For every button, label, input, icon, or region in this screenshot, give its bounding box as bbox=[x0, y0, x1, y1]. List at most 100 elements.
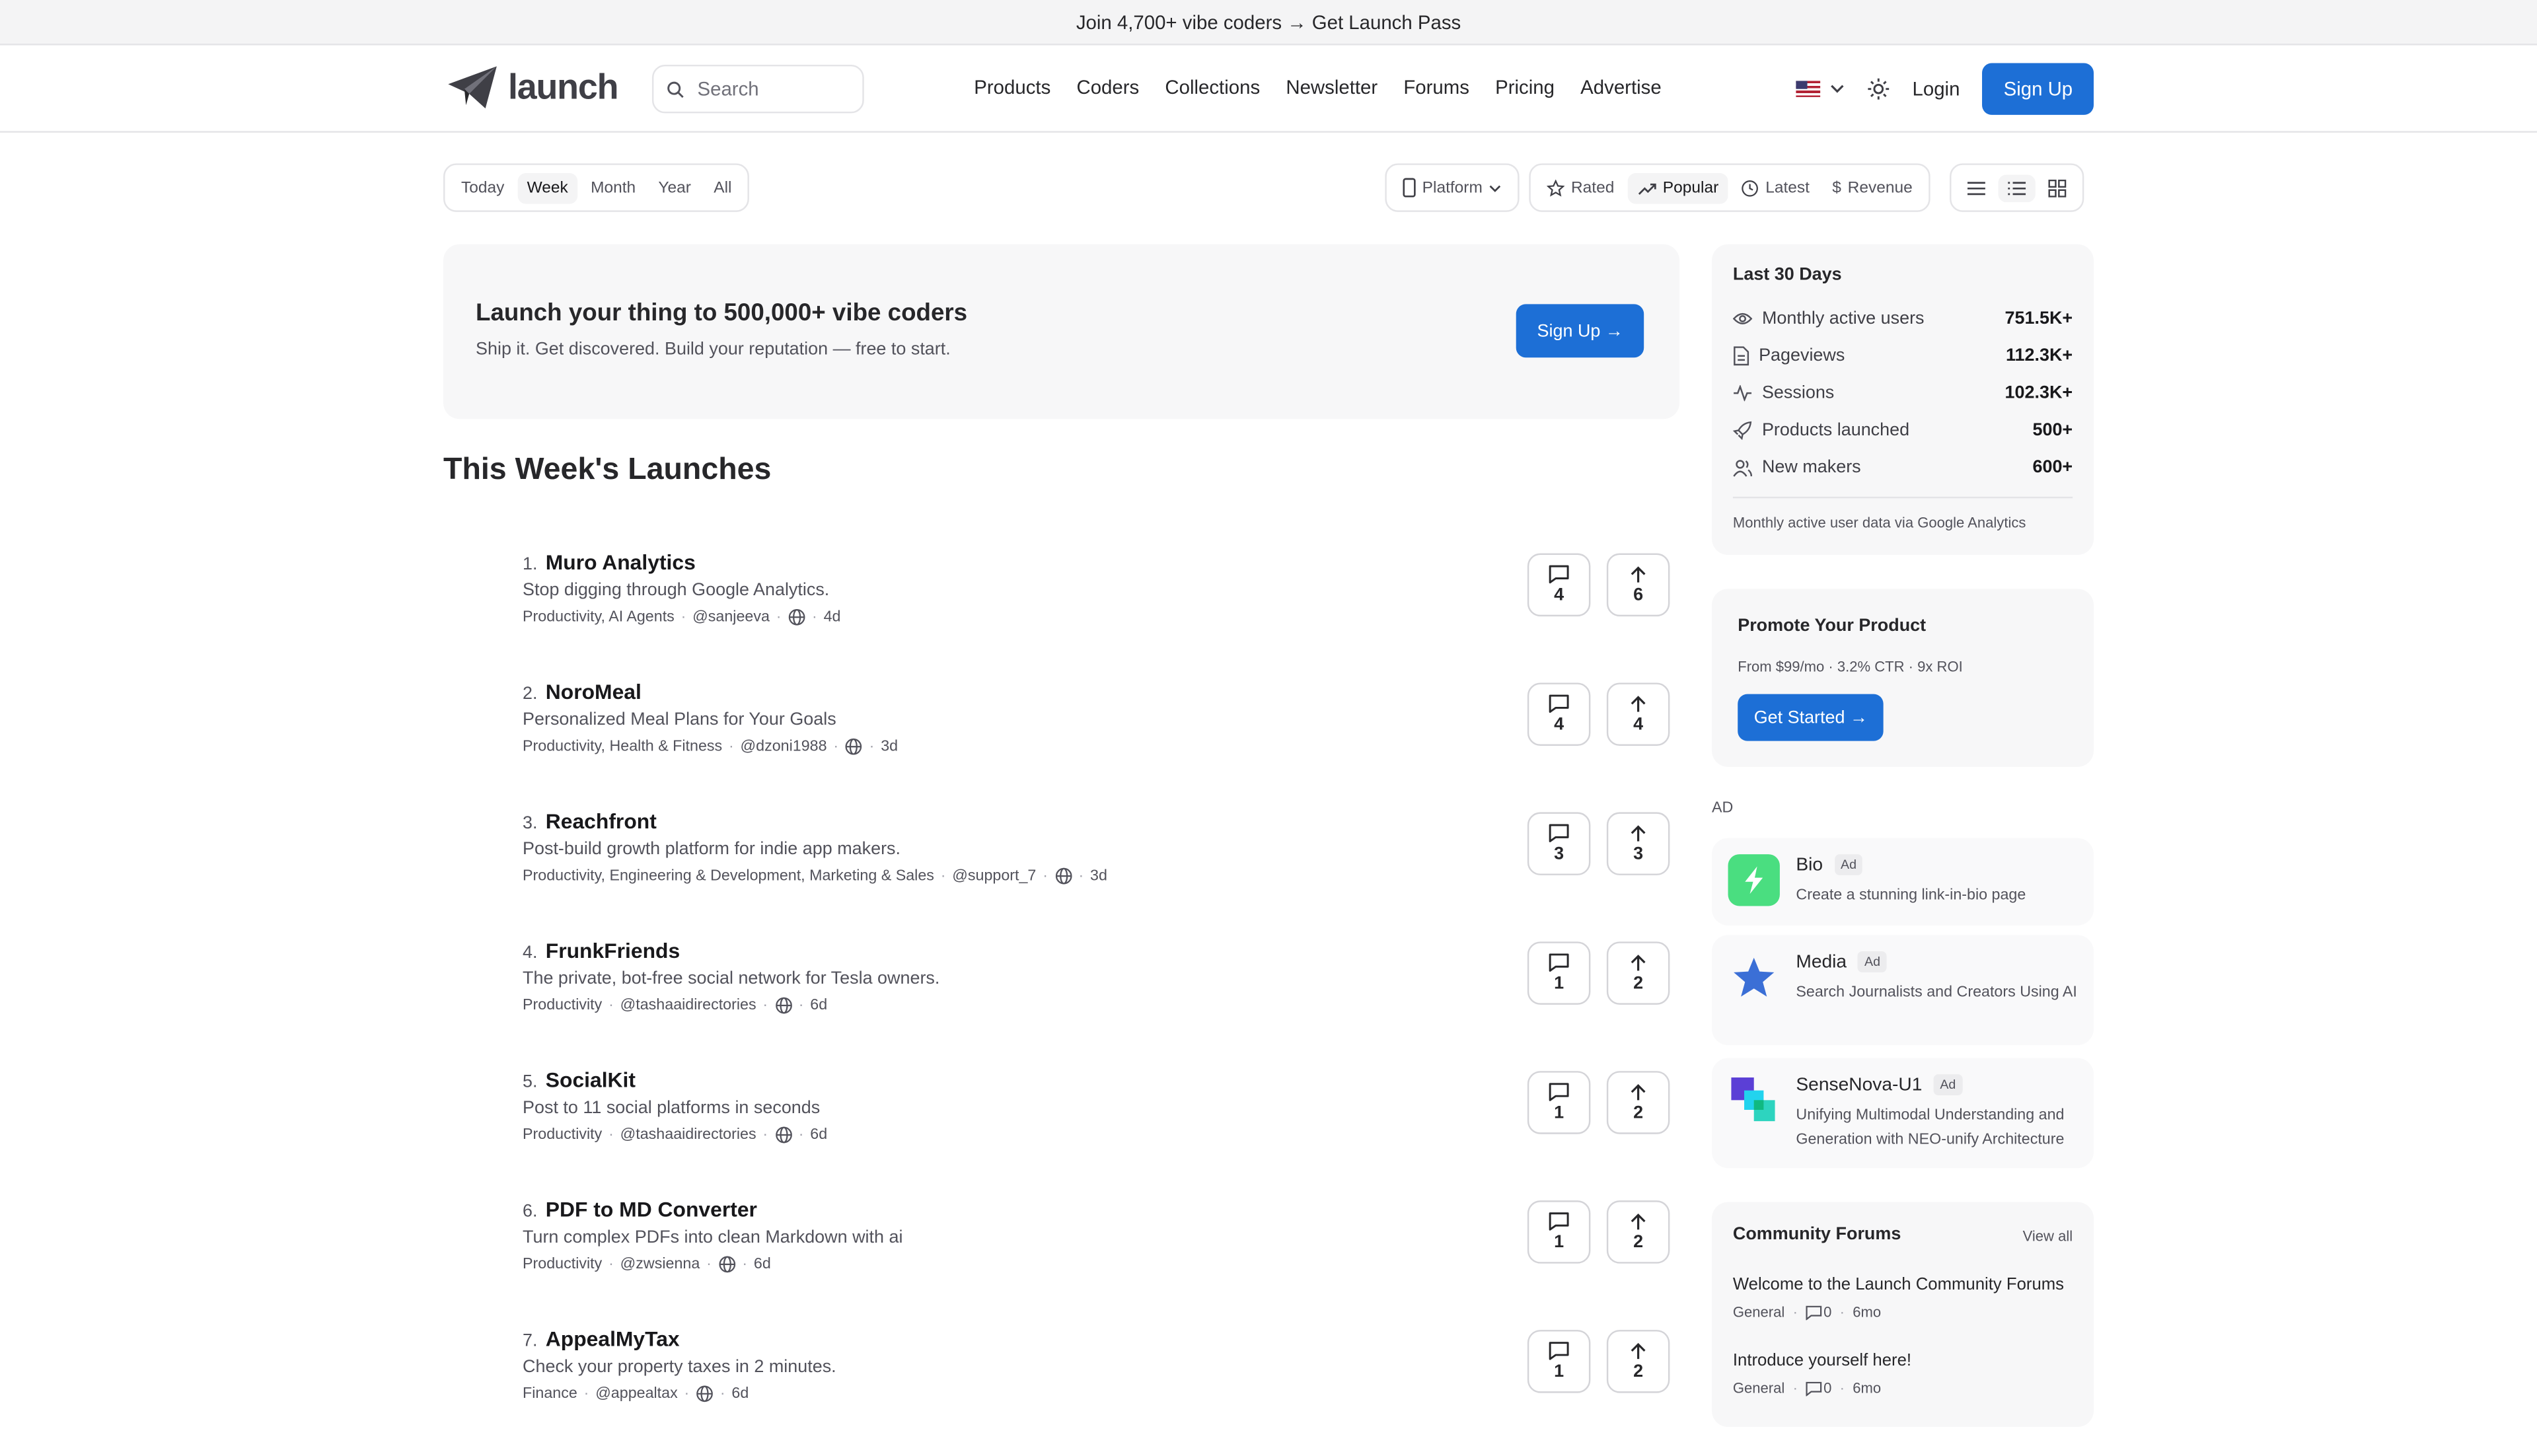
ad-title[interactable]: Media Ad bbox=[1796, 951, 1887, 972]
upvote-button[interactable]: 2 bbox=[1606, 941, 1670, 1005]
topic-title[interactable]: Welcome to the Launch Community Forums bbox=[1733, 1275, 2073, 1294]
launch-categories[interactable]: Productivity bbox=[523, 1126, 602, 1144]
launch-name[interactable]: Muro Analytics bbox=[546, 550, 696, 575]
globe-icon[interactable] bbox=[788, 608, 805, 626]
globe-icon[interactable] bbox=[845, 738, 863, 756]
tab-week[interactable]: Week bbox=[517, 172, 578, 203]
ad-item[interactable]: Media Ad Search Journalists and Creators… bbox=[1712, 935, 2094, 1046]
ad-name[interactable]: Media bbox=[1796, 952, 1847, 971]
nav-advertise[interactable]: Advertise bbox=[1568, 73, 1675, 102]
forum-topic[interactable]: Introduce yourself here! General · 0 · 6… bbox=[1733, 1351, 2073, 1397]
ad-title[interactable]: Bio Ad bbox=[1796, 854, 1863, 875]
launch-item[interactable]: 7. AppealMyTax Check your property taxes… bbox=[523, 1327, 1672, 1456]
ad-name[interactable]: Bio bbox=[1796, 855, 1823, 874]
nav-products[interactable]: Products bbox=[961, 73, 1064, 102]
nav-pricing[interactable]: Pricing bbox=[1483, 73, 1568, 102]
launch-title[interactable]: 1. Muro Analytics bbox=[523, 550, 1672, 575]
launch-categories[interactable]: Finance bbox=[523, 1385, 577, 1402]
view-list-compact[interactable] bbox=[1958, 174, 1995, 201]
language-selector[interactable] bbox=[1796, 81, 1844, 97]
platform-dropdown[interactable]: Platform bbox=[1385, 163, 1520, 212]
search-input[interactable] bbox=[694, 76, 840, 102]
comments-button[interactable]: 3 bbox=[1527, 812, 1591, 875]
launch-maker[interactable]: @tashaaidirectories bbox=[620, 997, 756, 1015]
launch-name[interactable]: NoroMeal bbox=[546, 680, 642, 704]
launch-item[interactable]: 1. Muro Analytics Stop digging through G… bbox=[523, 550, 1672, 680]
banner-text[interactable]: Join 4,700+ vibe coders → Get Launch Pas… bbox=[1076, 11, 1461, 33]
nav-forums[interactable]: Forums bbox=[1391, 73, 1483, 102]
signup-button[interactable]: Sign Up bbox=[1982, 63, 2094, 115]
comments-button[interactable]: 1 bbox=[1527, 1200, 1591, 1264]
launch-categories[interactable]: Productivity, AI Agents bbox=[523, 608, 675, 626]
ad-title[interactable]: SenseNova-U1 Ad bbox=[1796, 1074, 1963, 1095]
logo[interactable]: launch bbox=[447, 65, 619, 110]
tab-all[interactable]: All bbox=[704, 172, 742, 203]
comments-button[interactable]: 4 bbox=[1527, 553, 1591, 617]
comments-button[interactable]: 4 bbox=[1527, 682, 1591, 746]
launch-maker[interactable]: @dzoni1988 bbox=[741, 738, 827, 756]
view-list[interactable] bbox=[1998, 174, 2036, 201]
launch-item[interactable]: 6. PDF to MD Converter Turn complex PDFs… bbox=[523, 1197, 1672, 1327]
upvote-button[interactable]: 2 bbox=[1606, 1071, 1670, 1134]
sort-revenue[interactable]: $ Revenue bbox=[1823, 172, 1923, 203]
launch-maker[interactable]: @support_7 bbox=[952, 867, 1036, 885]
launch-maker[interactable]: @zwsienna bbox=[620, 1255, 700, 1273]
view-grid[interactable] bbox=[2039, 172, 2076, 203]
search-box[interactable] bbox=[651, 64, 864, 114]
launch-item[interactable]: 2. NoroMeal Personalized Meal Plans for … bbox=[523, 680, 1672, 809]
ad-item[interactable]: Bio Ad Create a stunning link-in-bio pag… bbox=[1712, 838, 2094, 926]
launch-categories[interactable]: Productivity bbox=[523, 1255, 602, 1273]
nav-coders[interactable]: Coders bbox=[1064, 73, 1152, 102]
launch-maker[interactable]: @tashaaidirectories bbox=[620, 1126, 756, 1144]
launch-maker[interactable]: @sanjeeva bbox=[692, 608, 770, 626]
sun-icon[interactable] bbox=[1867, 78, 1890, 100]
sort-rated[interactable]: Rated bbox=[1537, 172, 1624, 203]
topic-title[interactable]: Introduce yourself here! bbox=[1733, 1351, 2073, 1370]
nav-collections[interactable]: Collections bbox=[1152, 73, 1273, 102]
launch-categories[interactable]: Productivity bbox=[523, 997, 602, 1015]
upvote-button[interactable]: 4 bbox=[1606, 682, 1670, 746]
launch-name[interactable]: PDF to MD Converter bbox=[546, 1197, 757, 1221]
platform-select[interactable]: Platform bbox=[1393, 172, 1512, 204]
launch-categories[interactable]: Productivity, Health & Fitness bbox=[523, 738, 722, 756]
launch-maker[interactable]: @appealtax bbox=[595, 1385, 678, 1402]
view-all-link[interactable]: View all bbox=[2023, 1228, 2073, 1244]
ad-item[interactable]: SenseNova-U1 Ad Unifying Multimodal Unde… bbox=[1712, 1058, 2094, 1169]
tab-year[interactable]: Year bbox=[649, 172, 701, 203]
comments-button[interactable]: 1 bbox=[1527, 1071, 1591, 1134]
launch-name[interactable]: AppealMyTax bbox=[546, 1327, 680, 1351]
launch-title[interactable]: 5. SocialKit bbox=[523, 1068, 1672, 1092]
launch-name[interactable]: Reachfront bbox=[546, 809, 657, 834]
upvote-button[interactable]: 2 bbox=[1606, 1200, 1670, 1264]
sort-popular[interactable]: Popular bbox=[1627, 172, 1728, 203]
globe-icon[interactable] bbox=[696, 1385, 714, 1402]
upvote-button[interactable]: 3 bbox=[1606, 812, 1670, 875]
launch-title[interactable]: 4. FrunkFriends bbox=[523, 938, 1672, 963]
launch-title[interactable]: 3. Reachfront bbox=[523, 809, 1672, 834]
launch-title[interactable]: 2. NoroMeal bbox=[523, 680, 1672, 704]
tab-month[interactable]: Month bbox=[581, 172, 645, 203]
tab-today[interactable]: Today bbox=[451, 172, 514, 203]
hero-signup-button[interactable]: Sign Up → bbox=[1516, 304, 1644, 358]
sort-latest[interactable]: Latest bbox=[1732, 172, 1820, 203]
ad-name[interactable]: SenseNova-U1 bbox=[1796, 1075, 1922, 1094]
get-started-button[interactable]: Get Started → bbox=[1738, 694, 1884, 741]
launch-title[interactable]: 6. PDF to MD Converter bbox=[523, 1197, 1672, 1221]
globe-icon[interactable] bbox=[718, 1255, 736, 1273]
launch-title[interactable]: 7. AppealMyTax bbox=[523, 1327, 1672, 1351]
upvote-button[interactable]: 6 bbox=[1606, 553, 1670, 617]
launch-categories[interactable]: Productivity, Engineering & Development,… bbox=[523, 867, 934, 885]
globe-icon[interactable] bbox=[774, 997, 792, 1015]
launch-item[interactable]: 5. SocialKit Post to 11 social platforms… bbox=[523, 1068, 1672, 1197]
upvote-button[interactable]: 2 bbox=[1606, 1330, 1670, 1393]
launch-item[interactable]: 4. FrunkFriends The private, bot-free so… bbox=[523, 938, 1672, 1068]
launch-name[interactable]: FrunkFriends bbox=[546, 938, 680, 963]
forum-topic[interactable]: Welcome to the Launch Community Forums G… bbox=[1733, 1275, 2073, 1321]
globe-icon[interactable] bbox=[1054, 867, 1072, 885]
top-banner[interactable]: Join 4,700+ vibe coders → Get Launch Pas… bbox=[0, 0, 2537, 46]
login-link[interactable]: Login bbox=[1913, 78, 1960, 100]
comments-button[interactable]: 1 bbox=[1527, 941, 1591, 1005]
globe-icon[interactable] bbox=[774, 1126, 792, 1144]
launch-name[interactable]: SocialKit bbox=[546, 1068, 636, 1092]
comments-button[interactable]: 1 bbox=[1527, 1330, 1591, 1393]
